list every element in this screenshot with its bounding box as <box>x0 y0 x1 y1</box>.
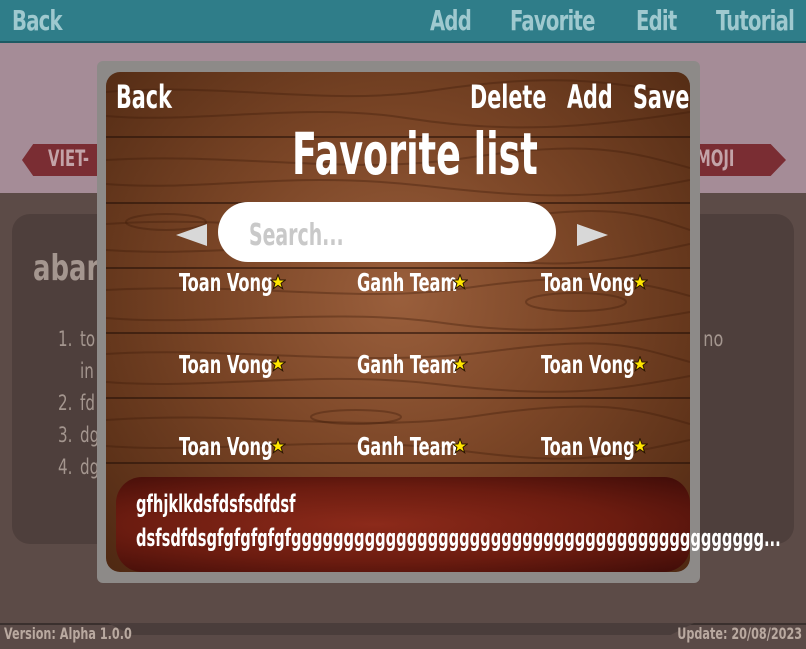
footer-ribbon <box>108 623 694 635</box>
favorite-item-label: Toan Vong <box>541 268 635 297</box>
favorite-item-label: Toan Vong <box>541 432 635 461</box>
next-page-arrow-icon[interactable] <box>577 224 608 246</box>
definition-number: 1. <box>58 327 73 351</box>
favorite-item[interactable]: Toan Vong <box>179 350 289 380</box>
star-icon[interactable] <box>452 438 468 454</box>
search-placeholder: Search... <box>249 218 344 253</box>
star-icon[interactable] <box>270 438 286 454</box>
definition-number: 2. <box>58 391 73 415</box>
favorite-item-label: Toan Vong <box>179 350 273 379</box>
version-label: Version: Alpha 1.0.0 <box>4 624 132 643</box>
modal-save-button[interactable]: Save <box>633 78 689 116</box>
previous-page-arrow-icon[interactable] <box>176 224 207 246</box>
definition-number: 3. <box>58 423 73 447</box>
star-icon[interactable] <box>452 274 468 290</box>
favorite-item[interactable]: Toan Vong <box>179 432 289 462</box>
dialog-title: Favorite list <box>292 120 538 188</box>
favorite-item[interactable]: Toan Vong <box>179 268 289 298</box>
favorite-item-label: Ganh Team <box>357 432 458 461</box>
favorite-item-label: Toan Vong <box>179 268 273 297</box>
favorite-item[interactable]: Toan Vong <box>541 432 651 462</box>
favorite-item[interactable]: Ganh Team <box>357 268 471 298</box>
favorite-item[interactable]: Ganh Team <box>357 432 471 462</box>
nav-add-button[interactable]: Add <box>430 4 472 37</box>
definition-text: to <box>80 327 96 351</box>
top-nav-bar: Back Add Favorite Edit Tutorial <box>0 0 806 43</box>
star-icon[interactable] <box>452 356 468 372</box>
favorite-item-label: Ganh Team <box>357 350 458 379</box>
modal-back-button[interactable]: Back <box>116 78 172 116</box>
favorite-item[interactable]: Toan Vong <box>541 268 651 298</box>
modal-delete-button[interactable]: Delete <box>470 78 546 116</box>
nav-favorite-button[interactable]: Favorite <box>510 4 595 37</box>
definition-number: 4. <box>58 455 73 479</box>
nav-back-button[interactable]: Back <box>12 4 63 37</box>
definition-text: fd <box>80 391 95 415</box>
star-icon[interactable] <box>270 356 286 372</box>
favorite-item[interactable]: Ganh Team <box>357 350 471 380</box>
target-language-button[interactable]: MOJI <box>690 144 786 176</box>
definition-text: in <box>80 359 94 383</box>
star-icon[interactable] <box>632 274 648 290</box>
modal-add-button[interactable]: Add <box>567 78 613 116</box>
star-icon[interactable] <box>632 356 648 372</box>
favorite-item-label: Toan Vong <box>541 350 635 379</box>
favorite-item[interactable]: Toan Vong <box>541 350 651 380</box>
star-icon[interactable] <box>270 274 286 290</box>
favorite-item-label: Ganh Team <box>357 268 458 297</box>
favorite-item-label: Toan Vong <box>179 432 273 461</box>
star-icon[interactable] <box>632 438 648 454</box>
description-line: dsfsdfdsgfgfgfgfgfgggggggggggggggggggggg… <box>136 524 781 552</box>
nav-edit-button[interactable]: Edit <box>636 4 677 37</box>
nav-tutorial-button[interactable]: Tutorial <box>716 4 795 37</box>
source-language-button[interactable]: VIET- <box>22 144 102 176</box>
update-label: Update: 20/08/2023 <box>677 624 802 643</box>
description-line: gfhjklkdsfdsfsdfdsf <box>136 490 296 518</box>
